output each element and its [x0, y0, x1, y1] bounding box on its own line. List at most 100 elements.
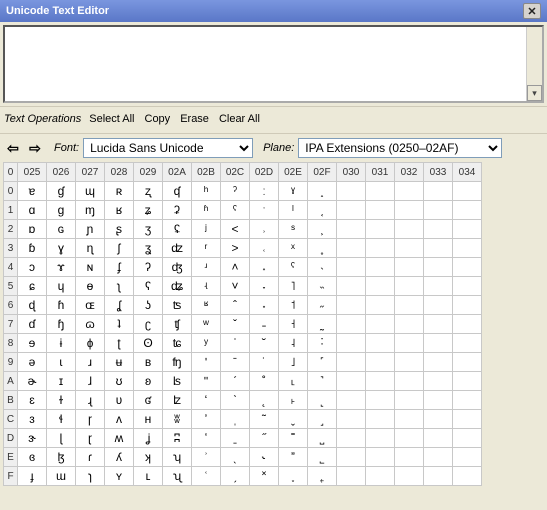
character-cell[interactable]: ə	[18, 353, 47, 372]
character-cell[interactable]	[366, 239, 395, 258]
character-cell[interactable]	[337, 258, 366, 277]
character-cell[interactable]: ˹	[308, 353, 337, 372]
character-cell[interactable]: ʍ	[105, 429, 134, 448]
character-cell[interactable]: ɱ	[76, 201, 105, 220]
character-cell[interactable]: ʛ	[134, 391, 163, 410]
character-cell[interactable]: ɒ	[18, 220, 47, 239]
character-cell[interactable]	[337, 334, 366, 353]
character-cell[interactable]: ˊ	[221, 372, 250, 391]
character-cell[interactable]	[424, 391, 453, 410]
character-cell[interactable]: ˰	[308, 182, 337, 201]
character-cell[interactable]	[366, 201, 395, 220]
character-cell[interactable]: ˛	[250, 391, 279, 410]
character-cell[interactable]: ˉ	[221, 353, 250, 372]
character-cell[interactable]: ʅ	[105, 277, 134, 296]
character-cell[interactable]: ʕ	[134, 277, 163, 296]
character-cell[interactable]: ʼ	[192, 410, 221, 429]
character-cell[interactable]: ʆ	[105, 296, 134, 315]
character-cell[interactable]: ʩ	[163, 353, 192, 372]
character-cell[interactable]: ʡ	[163, 201, 192, 220]
character-cell[interactable]: ʬ	[163, 410, 192, 429]
character-cell[interactable]: ˲	[308, 220, 337, 239]
character-cell[interactable]: ʃ	[105, 239, 134, 258]
character-cell[interactable]: ʮ	[163, 448, 192, 467]
character-cell[interactable]: ˾	[308, 448, 337, 467]
character-cell[interactable]	[424, 467, 453, 486]
character-cell[interactable]	[424, 429, 453, 448]
character-cell[interactable]	[337, 467, 366, 486]
character-cell[interactable]: ʇ	[105, 315, 134, 334]
font-select[interactable]: Lucida Sans Unicode	[83, 138, 253, 158]
character-cell[interactable]: ˭	[279, 429, 308, 448]
character-cell[interactable]: ˁ	[221, 201, 250, 220]
character-cell[interactable]: ˬ	[279, 410, 308, 429]
character-cell[interactable]: ʨ	[163, 334, 192, 353]
character-cell[interactable]: ʜ	[134, 410, 163, 429]
select-all-button[interactable]: Select All	[85, 111, 138, 127]
copy-button[interactable]: Copy	[141, 111, 175, 127]
character-cell[interactable]: ʽ	[192, 429, 221, 448]
character-cell[interactable]	[337, 239, 366, 258]
character-cell[interactable]	[337, 296, 366, 315]
clear-all-button[interactable]: Clear All	[215, 111, 264, 127]
character-cell[interactable]: ˃	[221, 239, 250, 258]
character-cell[interactable]	[395, 429, 424, 448]
character-cell[interactable]	[366, 277, 395, 296]
character-cell[interactable]	[337, 201, 366, 220]
character-cell[interactable]	[395, 372, 424, 391]
character-cell[interactable]: ʶ	[192, 296, 221, 315]
character-cell[interactable]: ˯	[279, 467, 308, 486]
character-cell[interactable]: ɴ	[76, 258, 105, 277]
character-cell[interactable]: ʸ	[192, 334, 221, 353]
character-cell[interactable]	[366, 372, 395, 391]
character-cell[interactable]: ɩ	[47, 353, 76, 372]
character-cell[interactable]	[337, 410, 366, 429]
character-cell[interactable]	[395, 334, 424, 353]
character-cell[interactable]	[366, 296, 395, 315]
character-cell[interactable]	[366, 410, 395, 429]
character-cell[interactable]: ɥ	[47, 277, 76, 296]
character-cell[interactable]	[337, 353, 366, 372]
character-cell[interactable]	[395, 258, 424, 277]
prev-block-button[interactable]: ⇦	[4, 139, 22, 157]
character-cell[interactable]	[395, 315, 424, 334]
character-cell[interactable]	[366, 429, 395, 448]
character-cell[interactable]: ˗	[250, 315, 279, 334]
character-cell[interactable]	[395, 391, 424, 410]
character-cell[interactable]: ˿	[308, 467, 337, 486]
character-cell[interactable]	[424, 353, 453, 372]
character-cell[interactable]	[424, 277, 453, 296]
character-cell[interactable]: ˺	[308, 372, 337, 391]
character-cell[interactable]: ˝	[250, 429, 279, 448]
character-cell[interactable]: ʠ	[163, 182, 192, 201]
character-cell[interactable]: ˨	[279, 334, 308, 353]
character-cell[interactable]: ʲ	[192, 220, 221, 239]
character-cell[interactable]	[453, 429, 482, 448]
character-cell[interactable]: ɷ	[76, 315, 105, 334]
character-cell[interactable]: ɠ	[47, 182, 76, 201]
character-cell[interactable]	[395, 277, 424, 296]
character-cell[interactable]: ɝ	[18, 429, 47, 448]
character-cell[interactable]	[453, 410, 482, 429]
character-cell[interactable]: ʊ	[105, 372, 134, 391]
character-cell[interactable]: ɺ	[76, 372, 105, 391]
character-cell[interactable]: ˒	[250, 220, 279, 239]
character-cell[interactable]: ʉ	[105, 353, 134, 372]
character-cell[interactable]	[424, 182, 453, 201]
character-cell[interactable]: ɓ	[18, 239, 47, 258]
character-cell[interactable]: ʢ	[163, 220, 192, 239]
character-cell[interactable]: ˶	[308, 296, 337, 315]
character-cell[interactable]: ɬ	[47, 410, 76, 429]
character-cell[interactable]: ˟	[250, 467, 279, 486]
character-cell[interactable]: ɤ	[47, 258, 76, 277]
character-cell[interactable]	[395, 220, 424, 239]
character-cell[interactable]	[453, 296, 482, 315]
character-cell[interactable]: ˏ	[221, 467, 250, 486]
close-icon[interactable]: ✕	[523, 3, 541, 19]
character-cell[interactable]: ɮ	[47, 448, 76, 467]
character-cell[interactable]	[453, 334, 482, 353]
character-cell[interactable]: ɣ	[47, 239, 76, 258]
character-cell[interactable]: ɜ	[18, 410, 47, 429]
character-cell[interactable]	[453, 372, 482, 391]
character-cell[interactable]: ˎ	[221, 448, 250, 467]
